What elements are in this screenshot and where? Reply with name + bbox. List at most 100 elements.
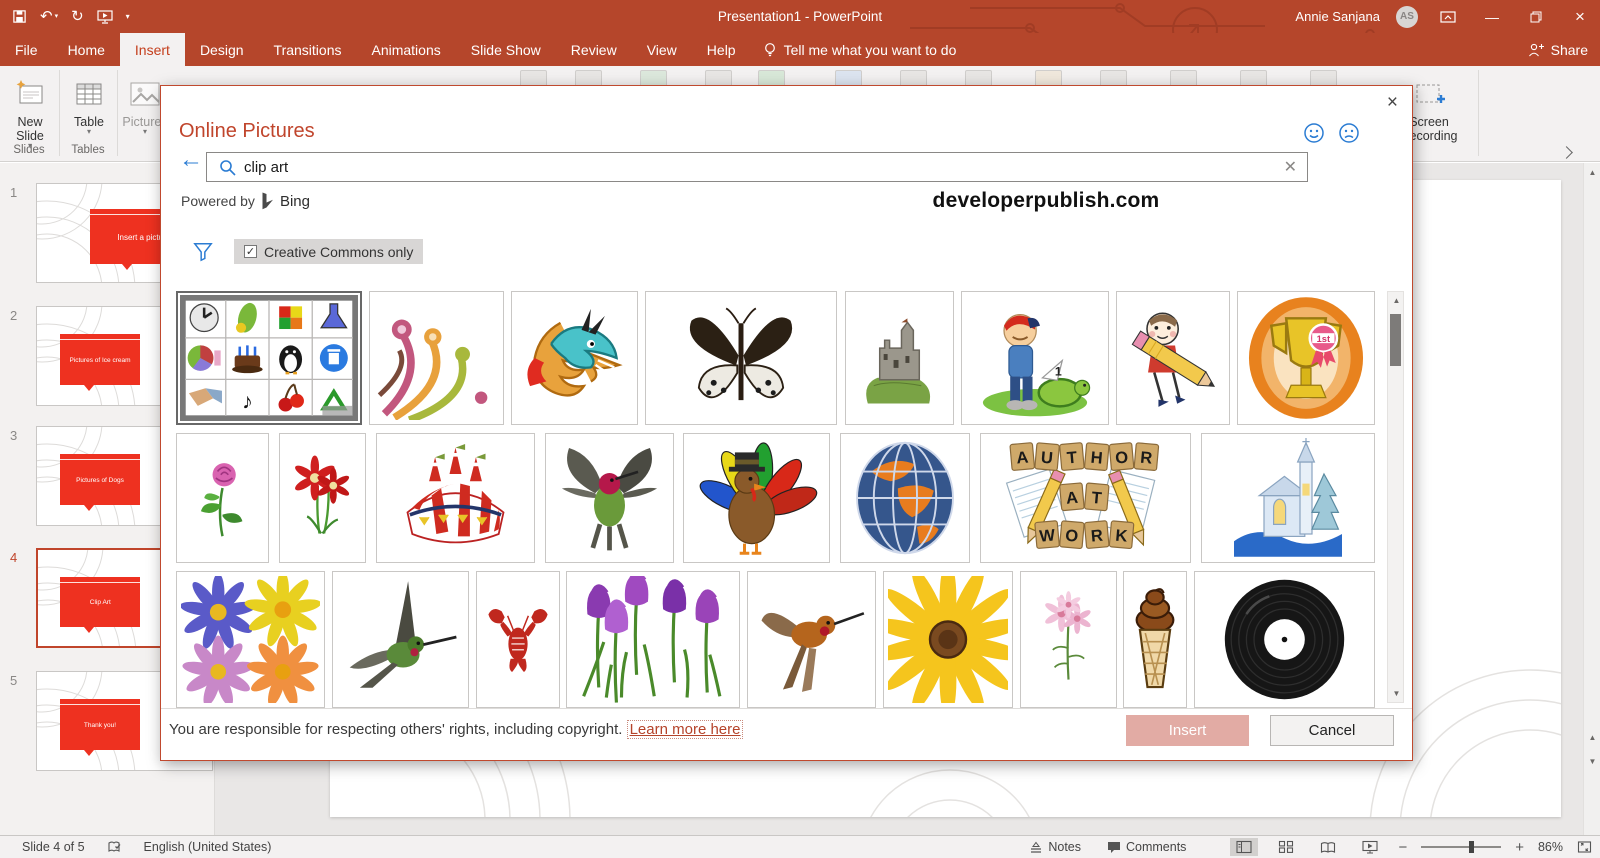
result-dragon[interactable] (511, 291, 638, 425)
result-hummingbird-green[interactable] (545, 433, 674, 563)
fit-to-window-icon[interactable] (1577, 840, 1592, 854)
cancel-button[interactable]: Cancel (1270, 715, 1394, 746)
result-clipart-collage[interactable]: ♪ (176, 291, 362, 425)
result-winter-church[interactable] (1201, 433, 1375, 563)
result-daisies[interactable] (176, 571, 325, 708)
zoom-level[interactable]: 86% (1538, 840, 1563, 854)
language-indicator[interactable]: English (United States) (144, 840, 272, 854)
collapse-ribbon-icon[interactable] (1560, 146, 1573, 159)
share-person-icon (1528, 42, 1545, 57)
result-sunflower[interactable] (883, 571, 1013, 708)
result-lily[interactable] (1020, 571, 1117, 708)
result-author-at-work[interactable]: AUTHORATWORK (980, 433, 1191, 563)
results-row-3 (176, 571, 1375, 708)
powerpoint-window: ↶▾ ↻ ▾ Presentation1 - PowerPoint Annie … (0, 0, 1600, 858)
clear-search-icon[interactable]: ✕ (1284, 157, 1297, 177)
scroll-up-button[interactable]: ▲ (1584, 164, 1600, 180)
tab-insert[interactable]: Insert (120, 33, 185, 66)
result-lobster[interactable] (476, 571, 560, 708)
slide-indicator[interactable]: Slide 4 of 5 (22, 840, 85, 854)
result-pink-rose[interactable] (176, 433, 269, 563)
zoom-slider[interactable] (1421, 846, 1501, 848)
notes-button[interactable]: Notes (1023, 838, 1087, 856)
user-name[interactable]: Annie Sanjana (1295, 9, 1380, 24)
results-scroll-thumb[interactable] (1390, 314, 1401, 366)
svg-text:T: T (1091, 488, 1103, 508)
feedback-frown-icon[interactable] (1338, 122, 1360, 144)
creative-commons-label: Creative Commons only (264, 244, 413, 260)
feedback-smile-icon[interactable] (1303, 122, 1325, 144)
result-boy-turtle[interactable]: 1 (961, 291, 1109, 425)
close-window-button[interactable]: × (1566, 0, 1594, 33)
search-box[interactable]: clip art ✕ (206, 152, 1308, 182)
result-circus-tent[interactable] (376, 433, 535, 563)
results-scroll-down[interactable]: ▼ (1388, 685, 1405, 701)
table-label: Table▾ (62, 115, 116, 134)
previous-slide-button[interactable]: ▲ (1584, 729, 1600, 745)
reading-view-button[interactable] (1314, 839, 1342, 856)
result-color-swirls[interactable] (369, 291, 504, 425)
result-vinyl-record[interactable] (1194, 571, 1375, 708)
result-trophy[interactable]: 1st (1237, 291, 1375, 425)
tab-animations[interactable]: Animations (356, 33, 455, 66)
result-butterfly[interactable] (645, 291, 837, 425)
comments-button[interactable]: Comments (1101, 838, 1192, 856)
dialog-close-button[interactable]: × (1387, 92, 1398, 114)
slide-sorter-view-button[interactable] (1272, 838, 1300, 856)
search-input-value[interactable]: clip art (244, 159, 288, 176)
result-ice-cream[interactable] (1123, 571, 1187, 708)
notes-icon (1029, 841, 1043, 853)
tab-file[interactable]: File (0, 33, 53, 66)
table-icon (62, 69, 116, 111)
svg-text:A: A (1065, 488, 1079, 508)
results-row-1: ♪ 1 1st (176, 291, 1375, 425)
tab-review[interactable]: Review (556, 33, 632, 66)
result-globe[interactable] (840, 433, 970, 563)
tab-help[interactable]: Help (692, 33, 751, 66)
ribbon-display-options-icon[interactable] (1434, 0, 1462, 33)
back-arrow-icon[interactable]: ← (179, 148, 203, 172)
filter-icon[interactable] (192, 241, 214, 263)
share-button[interactable]: Share (1528, 33, 1588, 66)
spellcheck-icon[interactable] (107, 840, 122, 854)
tab-transitions[interactable]: Transitions (259, 33, 357, 66)
normal-view-button[interactable] (1230, 838, 1258, 856)
learn-more-link[interactable]: Learn more here (627, 720, 744, 739)
result-turkey[interactable] (683, 433, 830, 563)
result-amaryllis[interactable] (279, 433, 366, 563)
result-crocus[interactable] (566, 571, 740, 708)
tab-slide-show[interactable]: Slide Show (456, 33, 556, 66)
zoom-out-button[interactable]: − (1398, 839, 1407, 856)
svg-text:♪: ♪ (242, 389, 253, 413)
slideshow-view-button[interactable] (1356, 838, 1384, 856)
tab-view[interactable]: View (632, 33, 692, 66)
svg-text:1: 1 (1055, 364, 1062, 378)
next-slide-button[interactable]: ▼ (1584, 753, 1600, 769)
ribbon-tab-row: FileHomeInsertDesignTransitionsAnimation… (0, 33, 1600, 66)
bing-label: Bing (280, 193, 310, 210)
creative-commons-filter[interactable]: ✓ Creative Commons only (234, 239, 423, 264)
creative-commons-checkbox[interactable]: ✓ (244, 245, 257, 258)
new-slide-button[interactable]: NewSlide▾ (3, 69, 57, 148)
insert-button[interactable]: Insert (1126, 715, 1249, 746)
tab-home[interactable]: Home (53, 33, 120, 66)
tab-design[interactable]: Design (185, 33, 259, 66)
result-castle[interactable] (845, 291, 954, 425)
result-hummingbird-dark[interactable] (332, 571, 469, 708)
results-scroll-up[interactable]: ▲ (1388, 292, 1405, 308)
vertical-scrollbar[interactable]: ▲ ▲ ▼ (1583, 163, 1600, 835)
dialog-footer: You are responsible for respecting other… (161, 708, 1412, 760)
minimize-button[interactable]: — (1478, 0, 1506, 33)
new-slide-icon (3, 69, 57, 111)
zoom-in-button[interactable]: + (1515, 839, 1524, 856)
table-button[interactable]: Table▾ (62, 69, 116, 134)
ribbon-tabs: FileHomeInsertDesignTransitionsAnimation… (0, 33, 751, 66)
avatar[interactable]: AS (1396, 6, 1418, 28)
svg-text:1st: 1st (1317, 334, 1330, 344)
tell-me-box[interactable]: Tell me what you want to do (751, 33, 969, 66)
result-boy-pencil[interactable] (1116, 291, 1230, 425)
zoom-slider-thumb[interactable] (1469, 841, 1474, 853)
results-scrollbar[interactable]: ▲ ▼ (1387, 291, 1404, 703)
restore-button[interactable] (1522, 0, 1550, 33)
result-hummingbird-rufous[interactable] (747, 571, 876, 708)
